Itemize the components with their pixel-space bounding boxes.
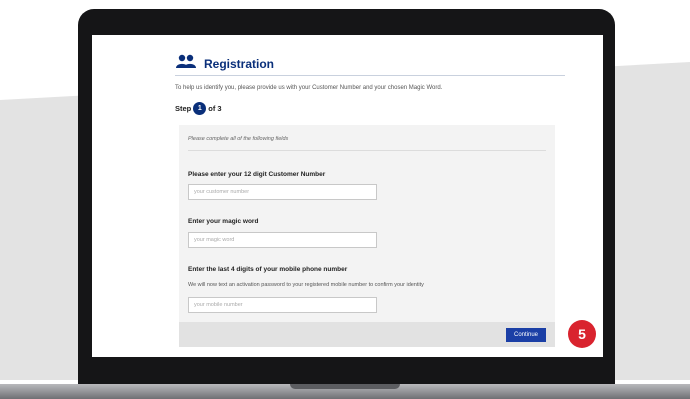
customer-number-input[interactable]: your customer number <box>188 184 377 200</box>
form-note: Please complete all of the following fie… <box>188 136 289 142</box>
mobile-label: Enter the last 4 digits of your mobile p… <box>188 266 348 273</box>
intro-text: To help us identify you, please provide … <box>175 85 443 91</box>
laptop-notch <box>290 384 400 389</box>
continue-button[interactable]: Continue <box>506 328 546 342</box>
step-total: of 3 <box>208 104 222 113</box>
step-number-badge: 1 <box>193 102 207 115</box>
divider <box>188 150 546 151</box>
laptop-screen: Registration To help us identify you, pl… <box>92 35 603 357</box>
mobile-number-input[interactable]: your mobile number <box>188 297 377 313</box>
users-icon <box>175 54 197 73</box>
step-number-marker: 5 <box>568 320 596 348</box>
magic-word-label: Enter your magic word <box>188 218 259 225</box>
mobile-number-placeholder: your mobile number <box>194 302 243 308</box>
registration-form: Please complete all of the following fie… <box>179 125 555 347</box>
customer-number-placeholder: your customer number <box>194 189 250 195</box>
form-footer <box>179 322 555 347</box>
step-label: Step <box>175 104 192 113</box>
customer-number-label: Please enter your 12 digit Customer Numb… <box>188 171 326 178</box>
step-indicator: Step 1 of 3 <box>175 102 222 115</box>
page-title: Registration <box>204 56 275 71</box>
magic-word-placeholder: your magic word <box>194 237 235 243</box>
mobile-help-text: We will now text an activation password … <box>188 282 424 288</box>
registration-header: Registration <box>175 52 565 76</box>
magic-word-input[interactable]: your magic word <box>188 232 377 248</box>
